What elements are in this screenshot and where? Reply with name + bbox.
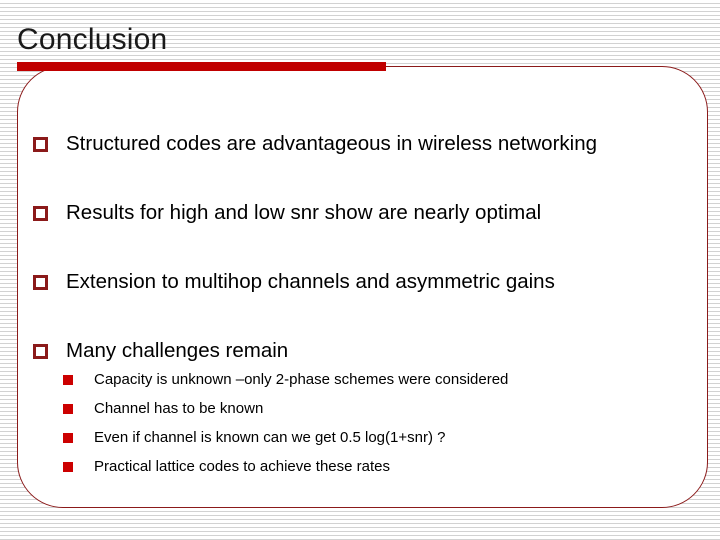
list-item-label: Extension to multihop channels and asymm…	[66, 270, 555, 293]
list-item-label: Structured codes are advantageous in wir…	[66, 132, 598, 155]
list-item-label: Results for high and low snr show are ne…	[66, 201, 542, 224]
sub-list-item-label: Even if channel is known can we get 0.5 …	[94, 429, 446, 446]
hollow-square-bullet-icon	[33, 137, 48, 152]
sub-list-item-label: Capacity is unknown –only 2-phase scheme…	[94, 371, 509, 388]
hollow-square-bullet-icon	[33, 344, 48, 359]
hollow-square-bullet-icon	[33, 275, 48, 290]
filled-square-bullet-icon	[63, 462, 73, 472]
sub-list-item: Capacity is unknown –only 2-phase scheme…	[63, 370, 508, 390]
bullet-list: Structured codes are advantageous in wir…	[0, 0, 720, 540]
filled-square-bullet-icon	[63, 404, 73, 414]
hollow-square-bullet-icon	[33, 206, 48, 221]
sub-list-item-label: Channel has to be known	[94, 400, 264, 417]
list-item: Results for high and low snr show are ne…	[33, 200, 541, 226]
filled-square-bullet-icon	[63, 433, 73, 443]
list-item: Extension to multihop channels and asymm…	[33, 269, 555, 295]
sub-list-item: Even if channel is known can we get 0.5 …	[63, 428, 445, 448]
list-item: Structured codes are advantageous in wir…	[33, 131, 597, 157]
list-item: Many challenges remain	[33, 338, 288, 364]
sub-list-item-label: Practical lattice codes to achieve these…	[94, 458, 390, 475]
list-item-label: Many challenges remain	[66, 339, 289, 362]
sub-list-item: Practical lattice codes to achieve these…	[63, 457, 390, 477]
sub-list-item: Channel has to be known	[63, 399, 263, 419]
filled-square-bullet-icon	[63, 375, 73, 385]
slide-canvas: Conclusion Structured codes are advantag…	[0, 0, 720, 540]
